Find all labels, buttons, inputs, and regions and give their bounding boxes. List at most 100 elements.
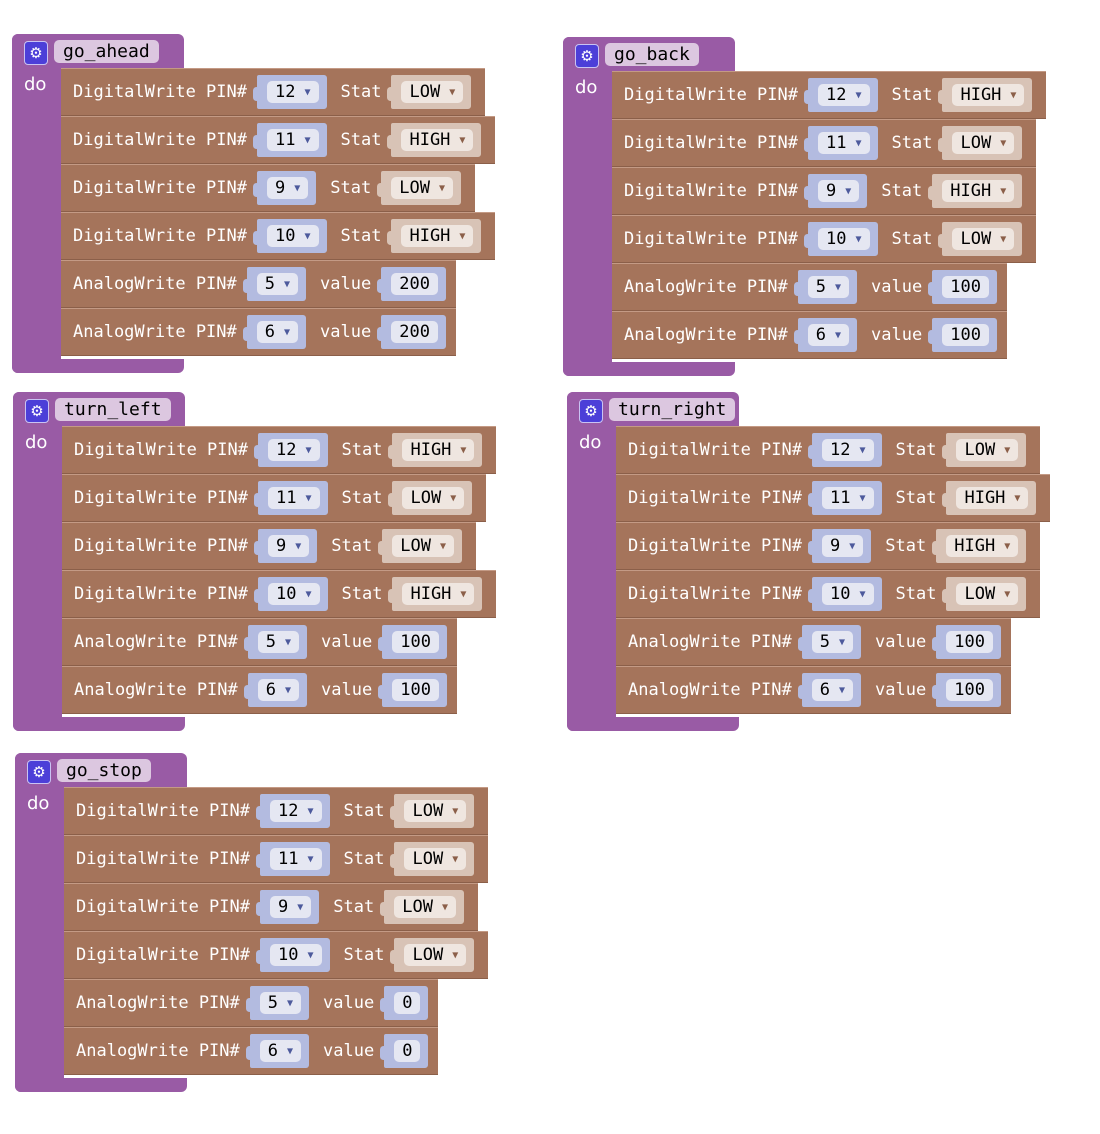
- digital-write-block[interactable]: DigitalWrite PIN# 9 ▼ Stat HIGH ▼: [612, 167, 1037, 215]
- digital-write-block[interactable]: DigitalWrite PIN# 10 ▼ Stat HIGH ▼: [62, 570, 497, 618]
- pin-dropdown[interactable]: 10 ▼: [822, 583, 874, 605]
- gear-icon[interactable]: ⚙: [575, 44, 599, 68]
- gear-icon[interactable]: ⚙: [25, 399, 49, 423]
- analog-write-block[interactable]: AnalogWrite PIN# 5 ▼ value 100: [612, 263, 1007, 311]
- procedure-name-field[interactable]: go_ahead: [54, 40, 159, 63]
- analog-write-block[interactable]: AnalogWrite PIN# 6 ▼ value 100: [62, 666, 457, 714]
- digital-write-block[interactable]: DigitalWrite PIN# 12 ▼ Stat LOW ▼: [616, 426, 1041, 474]
- stat-dropdown[interactable]: HIGH ▼: [952, 84, 1025, 106]
- pin-dropdown[interactable]: 5 ▼: [257, 631, 300, 653]
- digital-write-block[interactable]: DigitalWrite PIN# 12 ▼ Stat LOW ▼: [64, 787, 489, 835]
- stat-dropdown[interactable]: LOW ▼: [956, 439, 1019, 461]
- digital-write-block[interactable]: DigitalWrite PIN# 11 ▼ Stat HIGH ▼: [616, 474, 1051, 522]
- pin-dropdown[interactable]: 6 ▼: [256, 321, 299, 343]
- analog-write-block[interactable]: AnalogWrite PIN# 5 ▼ value 200: [61, 260, 456, 308]
- digital-write-block[interactable]: DigitalWrite PIN# 10 ▼ Stat LOW ▼: [64, 931, 489, 979]
- pin-dropdown[interactable]: 9 ▼: [268, 535, 310, 557]
- stat-dropdown[interactable]: HIGH ▼: [946, 535, 1019, 557]
- value-number-field[interactable]: 0: [394, 1040, 421, 1062]
- pin-dropdown[interactable]: 6 ▼: [811, 679, 854, 701]
- stat-dropdown[interactable]: HIGH ▼: [942, 180, 1015, 202]
- pin-dropdown[interactable]: 12 ▼: [270, 800, 322, 822]
- digital-write-block[interactable]: DigitalWrite PIN# 9 ▼ Stat LOW ▼: [61, 164, 475, 212]
- pin-dropdown[interactable]: 12 ▼: [818, 84, 870, 106]
- value-number-field[interactable]: 100: [392, 679, 439, 701]
- analog-write-block[interactable]: AnalogWrite PIN# 6 ▼ value 100: [612, 311, 1007, 359]
- pin-dropdown[interactable]: 10 ▼: [818, 228, 870, 250]
- value-number-field[interactable]: 100: [392, 631, 439, 653]
- gear-icon[interactable]: ⚙: [24, 41, 48, 65]
- pin-dropdown[interactable]: 11 ▼: [270, 848, 322, 870]
- digital-write-block[interactable]: DigitalWrite PIN# 10 ▼ Stat HIGH ▼: [61, 212, 496, 260]
- stat-dropdown[interactable]: LOW ▼: [952, 228, 1015, 250]
- value-number-field[interactable]: 100: [942, 276, 989, 298]
- value-number-field[interactable]: 100: [946, 679, 993, 701]
- digital-write-block[interactable]: DigitalWrite PIN# 9 ▼ Stat HIGH ▼: [616, 522, 1041, 570]
- pin-dropdown[interactable]: 12 ▼: [267, 81, 319, 103]
- stat-dropdown[interactable]: LOW ▼: [404, 848, 467, 870]
- pin-dropdown[interactable]: 5 ▼: [811, 631, 854, 653]
- stat-dropdown[interactable]: LOW ▼: [392, 535, 454, 557]
- stat-dropdown[interactable]: LOW ▼: [394, 896, 456, 918]
- digital-write-block[interactable]: DigitalWrite PIN# 11 ▼ Stat HIGH ▼: [61, 116, 496, 164]
- digital-write-block[interactable]: DigitalWrite PIN# 12 ▼ Stat HIGH ▼: [612, 71, 1047, 119]
- value-number-field[interactable]: 200: [391, 273, 438, 295]
- pin-dropdown[interactable]: 5 ▼: [256, 273, 299, 295]
- stat-dropdown[interactable]: LOW ▼: [402, 487, 465, 509]
- value-number-field[interactable]: 0: [394, 992, 421, 1014]
- pin-dropdown[interactable]: 11 ▼: [267, 129, 319, 151]
- analog-write-block[interactable]: AnalogWrite PIN# 5 ▼ value 0: [64, 979, 439, 1027]
- stat-dropdown[interactable]: HIGH ▼: [402, 583, 475, 605]
- pin-dropdown[interactable]: 11 ▼: [818, 132, 870, 154]
- pin-dropdown[interactable]: 5 ▼: [259, 992, 302, 1014]
- digital-write-block[interactable]: DigitalWrite PIN# 11 ▼ Stat LOW ▼: [62, 474, 487, 522]
- stat-dropdown[interactable]: HIGH ▼: [401, 129, 474, 151]
- pin-dropdown[interactable]: 9 ▼: [270, 896, 312, 918]
- procedure-name-field[interactable]: go_stop: [57, 759, 151, 782]
- gear-icon[interactable]: ⚙: [27, 760, 51, 784]
- gear-icon[interactable]: ⚙: [579, 399, 603, 423]
- stat-dropdown[interactable]: HIGH ▼: [402, 439, 475, 461]
- pin-dropdown[interactable]: 10 ▼: [270, 944, 322, 966]
- stat-dropdown[interactable]: LOW ▼: [404, 944, 467, 966]
- analog-write-block[interactable]: AnalogWrite PIN# 6 ▼ value 100: [616, 666, 1011, 714]
- stat-dropdown[interactable]: LOW ▼: [956, 583, 1019, 605]
- stat-dropdown[interactable]: HIGH ▼: [956, 487, 1029, 509]
- pin-dropdown[interactable]: 6 ▼: [259, 1040, 302, 1062]
- value-number-field[interactable]: 100: [946, 631, 993, 653]
- pin-dropdown[interactable]: 10 ▼: [267, 225, 319, 247]
- analog-write-block[interactable]: AnalogWrite PIN# 6 ▼ value 200: [61, 308, 456, 356]
- digital-write-block[interactable]: DigitalWrite PIN# 11 ▼ Stat LOW ▼: [612, 119, 1037, 167]
- value-number-field[interactable]: 100: [942, 324, 989, 346]
- procedure-name-field[interactable]: turn_right: [609, 398, 736, 421]
- analog-write-block[interactable]: AnalogWrite PIN# 6 ▼ value 0: [64, 1027, 439, 1075]
- pin-dropdown[interactable]: 6 ▼: [257, 679, 300, 701]
- stat-dropdown[interactable]: LOW ▼: [404, 800, 467, 822]
- analog-write-block[interactable]: AnalogWrite PIN# 5 ▼ value 100: [62, 618, 457, 666]
- pin-dropdown[interactable]: 5 ▼: [807, 276, 850, 298]
- digital-write-block[interactable]: DigitalWrite PIN# 12 ▼ Stat HIGH ▼: [62, 426, 497, 474]
- pin-dropdown[interactable]: 11 ▼: [268, 487, 320, 509]
- stat-dropdown[interactable]: LOW ▼: [401, 81, 464, 103]
- digital-write-block[interactable]: DigitalWrite PIN# 10 ▼ Stat LOW ▼: [616, 570, 1041, 618]
- pin-dropdown[interactable]: 10 ▼: [268, 583, 320, 605]
- pin-dropdown[interactable]: 6 ▼: [807, 324, 850, 346]
- digital-write-block[interactable]: DigitalWrite PIN# 12 ▼ Stat LOW ▼: [61, 68, 486, 116]
- pin-dropdown[interactable]: 9 ▼: [822, 535, 864, 557]
- pin-dropdown[interactable]: 9 ▼: [267, 177, 309, 199]
- pin-dropdown[interactable]: 9 ▼: [818, 180, 860, 202]
- analog-write-block[interactable]: AnalogWrite PIN# 5 ▼ value 100: [616, 618, 1011, 666]
- pin-dropdown[interactable]: 11 ▼: [822, 487, 874, 509]
- digital-write-block[interactable]: DigitalWrite PIN# 9 ▼ Stat LOW ▼: [64, 883, 478, 931]
- digital-write-block[interactable]: DigitalWrite PIN# 11 ▼ Stat LOW ▼: [64, 835, 489, 883]
- stat-dropdown[interactable]: LOW ▼: [391, 177, 453, 199]
- stat-dropdown[interactable]: LOW ▼: [952, 132, 1015, 154]
- stat-dropdown[interactable]: HIGH ▼: [401, 225, 474, 247]
- digital-write-block[interactable]: DigitalWrite PIN# 10 ▼ Stat LOW ▼: [612, 215, 1037, 263]
- procedure-name-field[interactable]: turn_left: [55, 398, 171, 421]
- pin-dropdown[interactable]: 12 ▼: [822, 439, 874, 461]
- digital-write-block[interactable]: DigitalWrite PIN# 9 ▼ Stat LOW ▼: [62, 522, 476, 570]
- procedure-name-field[interactable]: go_back: [605, 43, 699, 66]
- value-number-field[interactable]: 200: [391, 321, 438, 343]
- pin-dropdown[interactable]: 12 ▼: [268, 439, 320, 461]
